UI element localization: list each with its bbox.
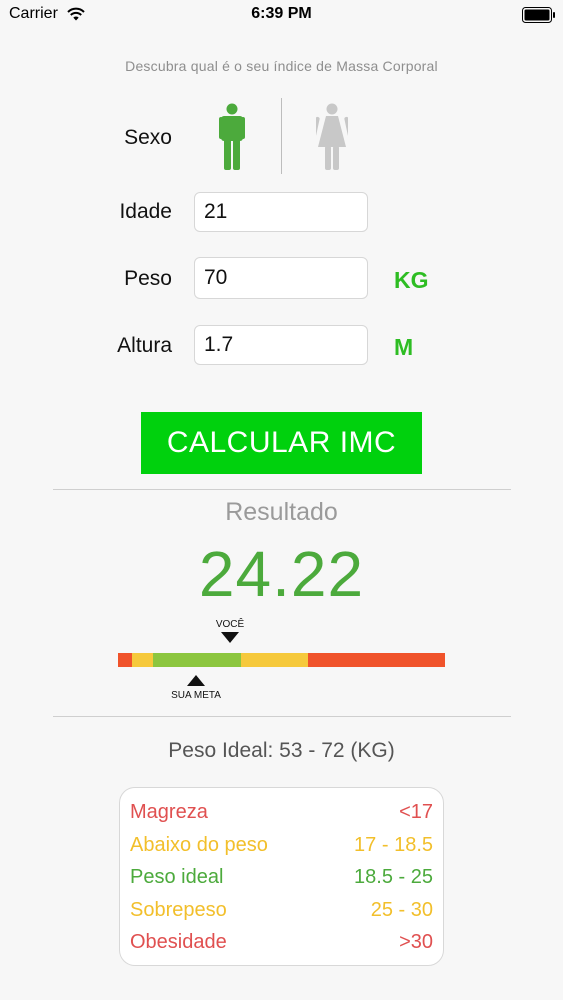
bmi-scale-bar [118,653,445,667]
legend-range: 17 - 18.5 [354,834,433,856]
legend-row: Abaixo do peso 17 - 18.5 [130,834,433,864]
legend-category: Abaixo do peso [130,834,268,856]
scale-segment-ideal [153,653,241,667]
legend-category: Peso ideal [130,866,224,888]
legend-row: Peso ideal 18.5 - 25 [130,866,433,896]
sex-label: Sexo [124,126,172,149]
height-input[interactable] [195,326,367,364]
goal-marker-label: SUA META [171,690,221,701]
goal-marker-arrow [187,675,205,686]
height-unit: M [394,334,414,360]
legend-row: Obesidade >30 [130,931,433,961]
legend-range: <17 [399,801,433,823]
result-label: Resultado [225,498,338,526]
bmi-result-value: 24.22 [198,538,365,610]
scale-segment-overweight [241,653,308,667]
page-subtitle: Descubra qual é o seu índice de Massa Co… [125,58,438,74]
weight-field-container [194,257,368,299]
you-marker-arrow [221,632,239,643]
legend-row: Sobrepeso 25 - 30 [130,899,433,929]
female-icon[interactable] [316,103,348,170]
legend-range: 25 - 30 [370,899,433,921]
weight-input[interactable] [195,258,367,298]
legend-range: >30 [399,931,433,953]
height-field-container [194,325,368,365]
status-bar: Carrier 6:39 PM [0,0,563,30]
age-field-container [194,192,368,232]
height-label: Altura [117,334,172,357]
legend-category: Magreza [130,801,208,823]
legend-range: 18.5 - 25 [354,866,433,888]
battery-icon [522,7,555,23]
gender-divider [281,98,282,174]
age-label: Idade [119,200,172,223]
age-input[interactable] [195,193,367,231]
weight-unit: KG [394,267,429,293]
bmi-legend-card: Magreza <17 Abaixo do peso 17 - 18.5 Pes… [119,787,444,966]
male-icon[interactable] [219,103,245,170]
legend-category: Sobrepeso [130,899,227,921]
you-marker-label: VOCÊ [215,619,245,630]
legend-row: Magreza <17 [130,801,433,831]
divider [53,716,511,717]
legend-category: Obesidade [130,931,227,953]
status-time: 6:39 PM [251,5,312,22]
divider [53,489,511,490]
scale-segment-underweight-severe [118,653,132,667]
weight-label: Peso [124,267,172,290]
scale-segment-obese [308,653,445,667]
scale-segment-underweight [132,653,153,667]
ideal-weight-text: Peso Ideal: 53 - 72 (KG) [168,739,395,762]
calculate-bmi-button[interactable]: CALCULAR IMC [141,412,422,474]
